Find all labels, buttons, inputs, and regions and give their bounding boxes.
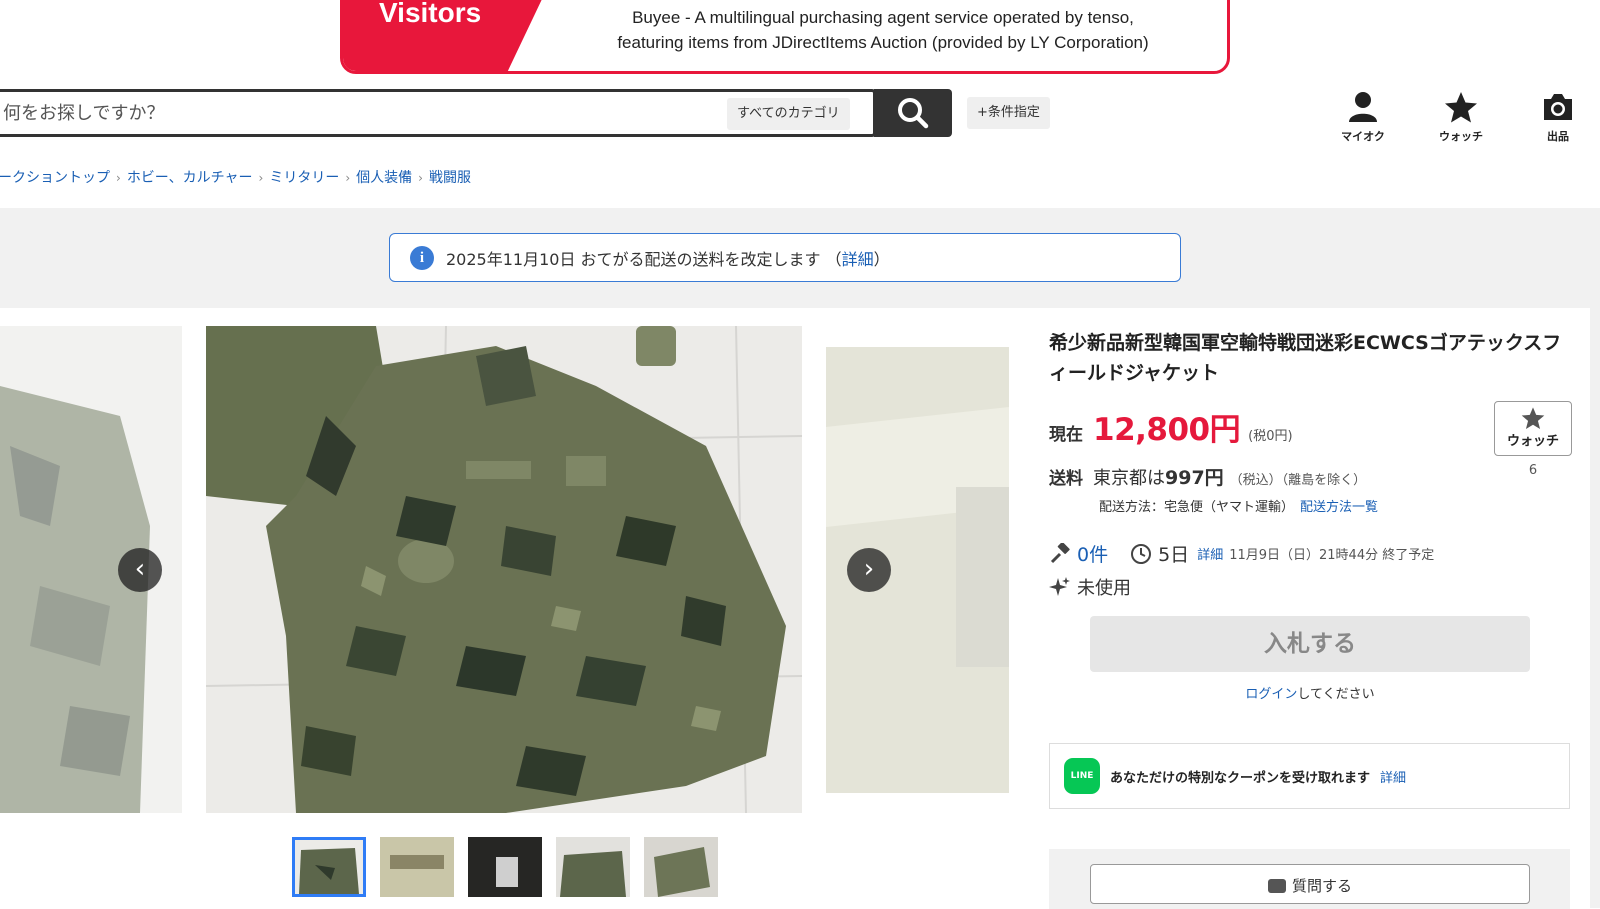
breadcrumb-item[interactable]: ークショントップ	[0, 170, 110, 186]
camera-icon	[1544, 94, 1572, 120]
time-detail-link[interactable]: 詳細	[1197, 544, 1223, 563]
time-left: 5日	[1158, 544, 1190, 566]
item-condition: 未使用	[1077, 578, 1131, 599]
user-icon	[1349, 92, 1377, 122]
notice-close-paren: ）	[873, 249, 890, 269]
shipping-method-text: 配送方法：宅急便（ヤマト運輸）	[1099, 500, 1295, 515]
breadcrumb: ークショントップ › ホビー、カルチャー › ミリタリー › 個人装備 › 戦闘服	[0, 167, 471, 187]
my-auction-label: マイオク	[1341, 130, 1385, 143]
breadcrumb-separator-icon: ›	[116, 171, 121, 185]
search-input[interactable]	[0, 92, 719, 134]
next-image-button[interactable]: ›	[847, 548, 891, 592]
search-icon	[898, 98, 929, 129]
thumbnail-3[interactable]	[468, 837, 542, 897]
search-box: すべてのカテゴリ	[0, 89, 876, 137]
watch-list-label: ウォッチ	[1439, 130, 1483, 143]
bid-count[interactable]: 0件	[1077, 540, 1108, 567]
watch-count: 6	[1528, 463, 1538, 478]
product-title: 希少新品新型韓国軍空輸特戦団迷彩ECWCSゴアテックスフィールドジャケット	[1049, 332, 1562, 384]
price-tax-note: (税0円)	[1248, 429, 1293, 444]
shipping-tax-note: （税込）（離島を除く）	[1229, 473, 1367, 488]
sell-label: 出品	[1547, 130, 1569, 143]
breadcrumb-separator-icon: ›	[418, 171, 423, 185]
line-coupon-box: LINE あなただけの特別なクーポンを受け取れます 詳細	[1049, 743, 1570, 809]
notice-text: 2025年11月10日 おてがる配送の送料を改定します （	[446, 249, 842, 269]
chevron-left-icon: ‹	[134, 554, 146, 584]
question-button-label: 質問する	[1291, 877, 1352, 895]
login-suffix: してください	[1297, 687, 1375, 702]
thumbnail-strip	[292, 837, 718, 897]
prev-image-button[interactable]: ‹	[118, 548, 162, 592]
login-link[interactable]: ログイン	[1245, 687, 1297, 702]
bid-button[interactable]: 入札する	[1090, 616, 1530, 672]
breadcrumb-item[interactable]: ホビー、カルチャー	[127, 170, 253, 186]
coupon-text: あなただけの特別なクーポンを受け取れます	[1110, 770, 1371, 786]
shipping-notice: i 2025年11月10日 おてがる配送の送料を改定します （詳細）	[389, 233, 1181, 282]
sparkle-icon	[1049, 577, 1070, 596]
category-select[interactable]: すべてのカテゴリ	[727, 98, 850, 130]
notice-detail-link[interactable]: 詳細	[842, 246, 874, 270]
breadcrumb-item[interactable]: 個人装備	[356, 170, 412, 186]
shipping-prefix: 東京都は	[1093, 468, 1165, 489]
watch-button[interactable]: ウォッチ	[1494, 401, 1572, 456]
info-icon: i	[410, 245, 434, 270]
gavel-icon	[1050, 542, 1070, 563]
clock-icon	[1131, 543, 1152, 564]
bid-info-row: 0件 5日 詳細 11月9日（日）21時44分 終了予定	[1049, 540, 1434, 567]
chat-icon	[1267, 879, 1286, 893]
chevron-right-icon: ›	[863, 554, 875, 584]
coupon-detail-link[interactable]: 詳細	[1380, 767, 1406, 786]
watch-button-label: ウォッチ	[1506, 434, 1559, 449]
main-product-image[interactable]	[206, 326, 802, 813]
banner-line-1: Buyee - A multilingual purchasing agent …	[632, 8, 1134, 27]
shipping-label: 送料	[1049, 469, 1083, 489]
thumbnail-1[interactable]	[292, 837, 366, 897]
search-button[interactable]	[874, 89, 952, 137]
breadcrumb-item[interactable]: ミリタリー	[269, 170, 339, 186]
price-label: 現在	[1049, 425, 1083, 445]
shipping-price: 997円	[1165, 467, 1224, 489]
current-price: 12,800円	[1093, 412, 1241, 448]
price-row: 現在 12,800円 (税0円)	[1049, 404, 1293, 449]
end-time: 11月9日（日）21時44分 終了予定	[1229, 548, 1435, 563]
banner-text: Buyee - A multilingual purchasing agent …	[543, 5, 1223, 55]
conditions-button[interactable]: +条件指定	[967, 97, 1050, 129]
sell-link[interactable]: 出品	[1523, 90, 1593, 144]
breadcrumb-item[interactable]: 戦闘服	[429, 170, 471, 186]
shipping-method: 配送方法：宅急便（ヤマト運輸） 配送方法一覧	[1099, 496, 1378, 515]
question-button[interactable]: 質問する	[1090, 864, 1530, 904]
shipping-row: 送料 東京都は997円 （税込）（離島を除く）	[1049, 463, 1366, 490]
breadcrumb-separator-icon: ›	[345, 171, 351, 185]
watch-list-link[interactable]: ウォッチ	[1426, 90, 1496, 144]
star-icon	[1521, 407, 1545, 429]
shipping-methods-link[interactable]: 配送方法一覧	[1300, 500, 1378, 515]
star-icon	[1445, 92, 1477, 123]
thumbnail-2[interactable]	[380, 837, 454, 897]
my-auction-link[interactable]: マイオク	[1328, 90, 1398, 144]
buyee-banner[interactable]: Visitors Buyee - A multilingual purchasi…	[340, 0, 1230, 74]
line-logo-icon: LINE	[1064, 758, 1100, 794]
thumbnail-5[interactable]	[644, 837, 718, 897]
banner-line-2: featuring items from JDirectItems Auctio…	[617, 33, 1149, 52]
banner-heading: Visitors	[379, 0, 482, 28]
breadcrumb-separator-icon: ›	[258, 171, 264, 185]
thumbnail-4[interactable]	[556, 837, 630, 897]
login-prompt: ログインしてください	[1090, 683, 1530, 702]
shipping-value: 東京都は997円	[1093, 463, 1224, 490]
condition-row: 未使用	[1049, 574, 1131, 600]
banner-red-tab: Visitors	[343, 0, 543, 71]
